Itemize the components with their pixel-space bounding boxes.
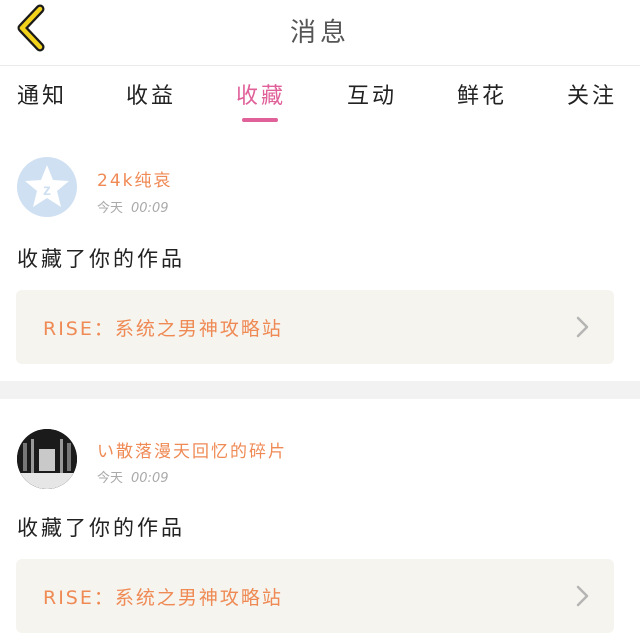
- top-bar: 消息: [0, 0, 640, 66]
- page-title: 消息: [289, 18, 350, 48]
- tab-flowers[interactable]: 鲜花: [457, 78, 507, 110]
- action-text: 收藏了你的作品: [17, 247, 185, 271]
- work-link[interactable]: RISE：系统之男神攻略站: [16, 559, 614, 633]
- work-link[interactable]: RISE：系统之男神攻略站: [16, 290, 614, 364]
- default-avatar-icon: z: [25, 165, 69, 207]
- chevron-right-icon: [576, 585, 589, 607]
- avatar[interactable]: [17, 429, 77, 489]
- work-title: RISE：系统之男神攻略站: [43, 318, 283, 340]
- tab-follows[interactable]: 关注: [567, 78, 617, 110]
- tab-interactions[interactable]: 互动: [347, 78, 397, 110]
- list-item: い散落漫天回忆的碎片 今天 00:09 收藏了你的作品 RISE：系统之男神攻略站: [0, 399, 640, 635]
- timestamp: 今天 00:09: [97, 471, 169, 486]
- username[interactable]: い散落漫天回忆的碎片: [97, 437, 287, 462]
- username[interactable]: 24k纯哀: [97, 166, 172, 191]
- work-title: RISE：系统之男神攻略站: [43, 587, 283, 609]
- tab-earnings[interactable]: 收益: [126, 78, 176, 110]
- action-text: 收藏了你的作品: [17, 516, 185, 540]
- avatar[interactable]: z: [17, 157, 77, 217]
- svg-text:z: z: [43, 182, 51, 199]
- tab-bar: 通知 收益 收藏 互动 鲜花 关注: [0, 66, 640, 130]
- active-tab-indicator: [242, 118, 278, 122]
- tab-notifications[interactable]: 通知: [17, 78, 67, 110]
- user-photo-icon: [17, 429, 77, 489]
- chevron-right-icon: [576, 316, 589, 338]
- timestamp: 今天 00:09: [97, 201, 169, 216]
- tab-favorites[interactable]: 收藏: [236, 78, 286, 110]
- section-divider: [0, 381, 640, 399]
- list-item: z 24k纯哀 今天 00:09 收藏了你的作品 RISE：系统之男神攻略站: [0, 131, 640, 381]
